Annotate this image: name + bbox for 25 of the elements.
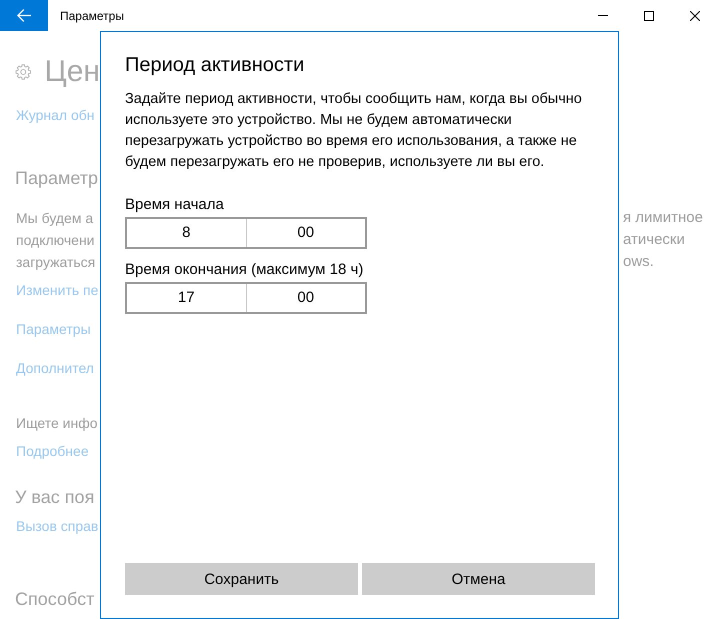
time-picker[interactable]: 17 00 <box>125 282 367 314</box>
maximize-icon <box>644 10 654 20</box>
close-icon <box>690 10 700 20</box>
dialog-description: Задайте период активности, чтобы сообщить нам, когда вы обычно используете это устройство. Мы не будем автоматически перезагружать устройство во время его использования, а также не будем перезагружать его не проверив, используете ли вы его. <box>125 90 583 172</box>
save-button[interactable]: Сохранить <box>125 563 358 595</box>
section-heading: Параметр <box>15 167 98 190</box>
back-arrow-icon <box>17 9 31 22</box>
dialog-title: Период активности <box>125 53 304 78</box>
paragraph-text: Мы будем а подключени загружаться <box>16 209 96 272</box>
window-title: Параметры <box>60 8 124 22</box>
hour-segment[interactable]: 8 <box>127 219 246 247</box>
section-heading: Способст <box>15 588 94 611</box>
field-label: Время окончания (максимум 18 ч) <box>125 260 364 280</box>
minute-segment[interactable]: 00 <box>246 284 365 312</box>
field-label: Время начала <box>125 195 224 215</box>
paragraph-text: Ищете инфо <box>16 414 98 433</box>
minute-segment[interactable]: 00 <box>246 219 365 247</box>
back-button[interactable] <box>0 0 48 31</box>
minimize-icon <box>598 15 608 16</box>
page-heading: Цен <box>44 54 100 90</box>
time-picker[interactable]: 8 00 <box>125 217 367 249</box>
section-heading: У вас поя <box>15 486 94 509</box>
hour-segment[interactable]: 17 <box>127 284 246 312</box>
paragraph-text: я лимитное атически ows. <box>623 208 703 272</box>
cancel-button[interactable]: Отмена <box>362 563 595 595</box>
